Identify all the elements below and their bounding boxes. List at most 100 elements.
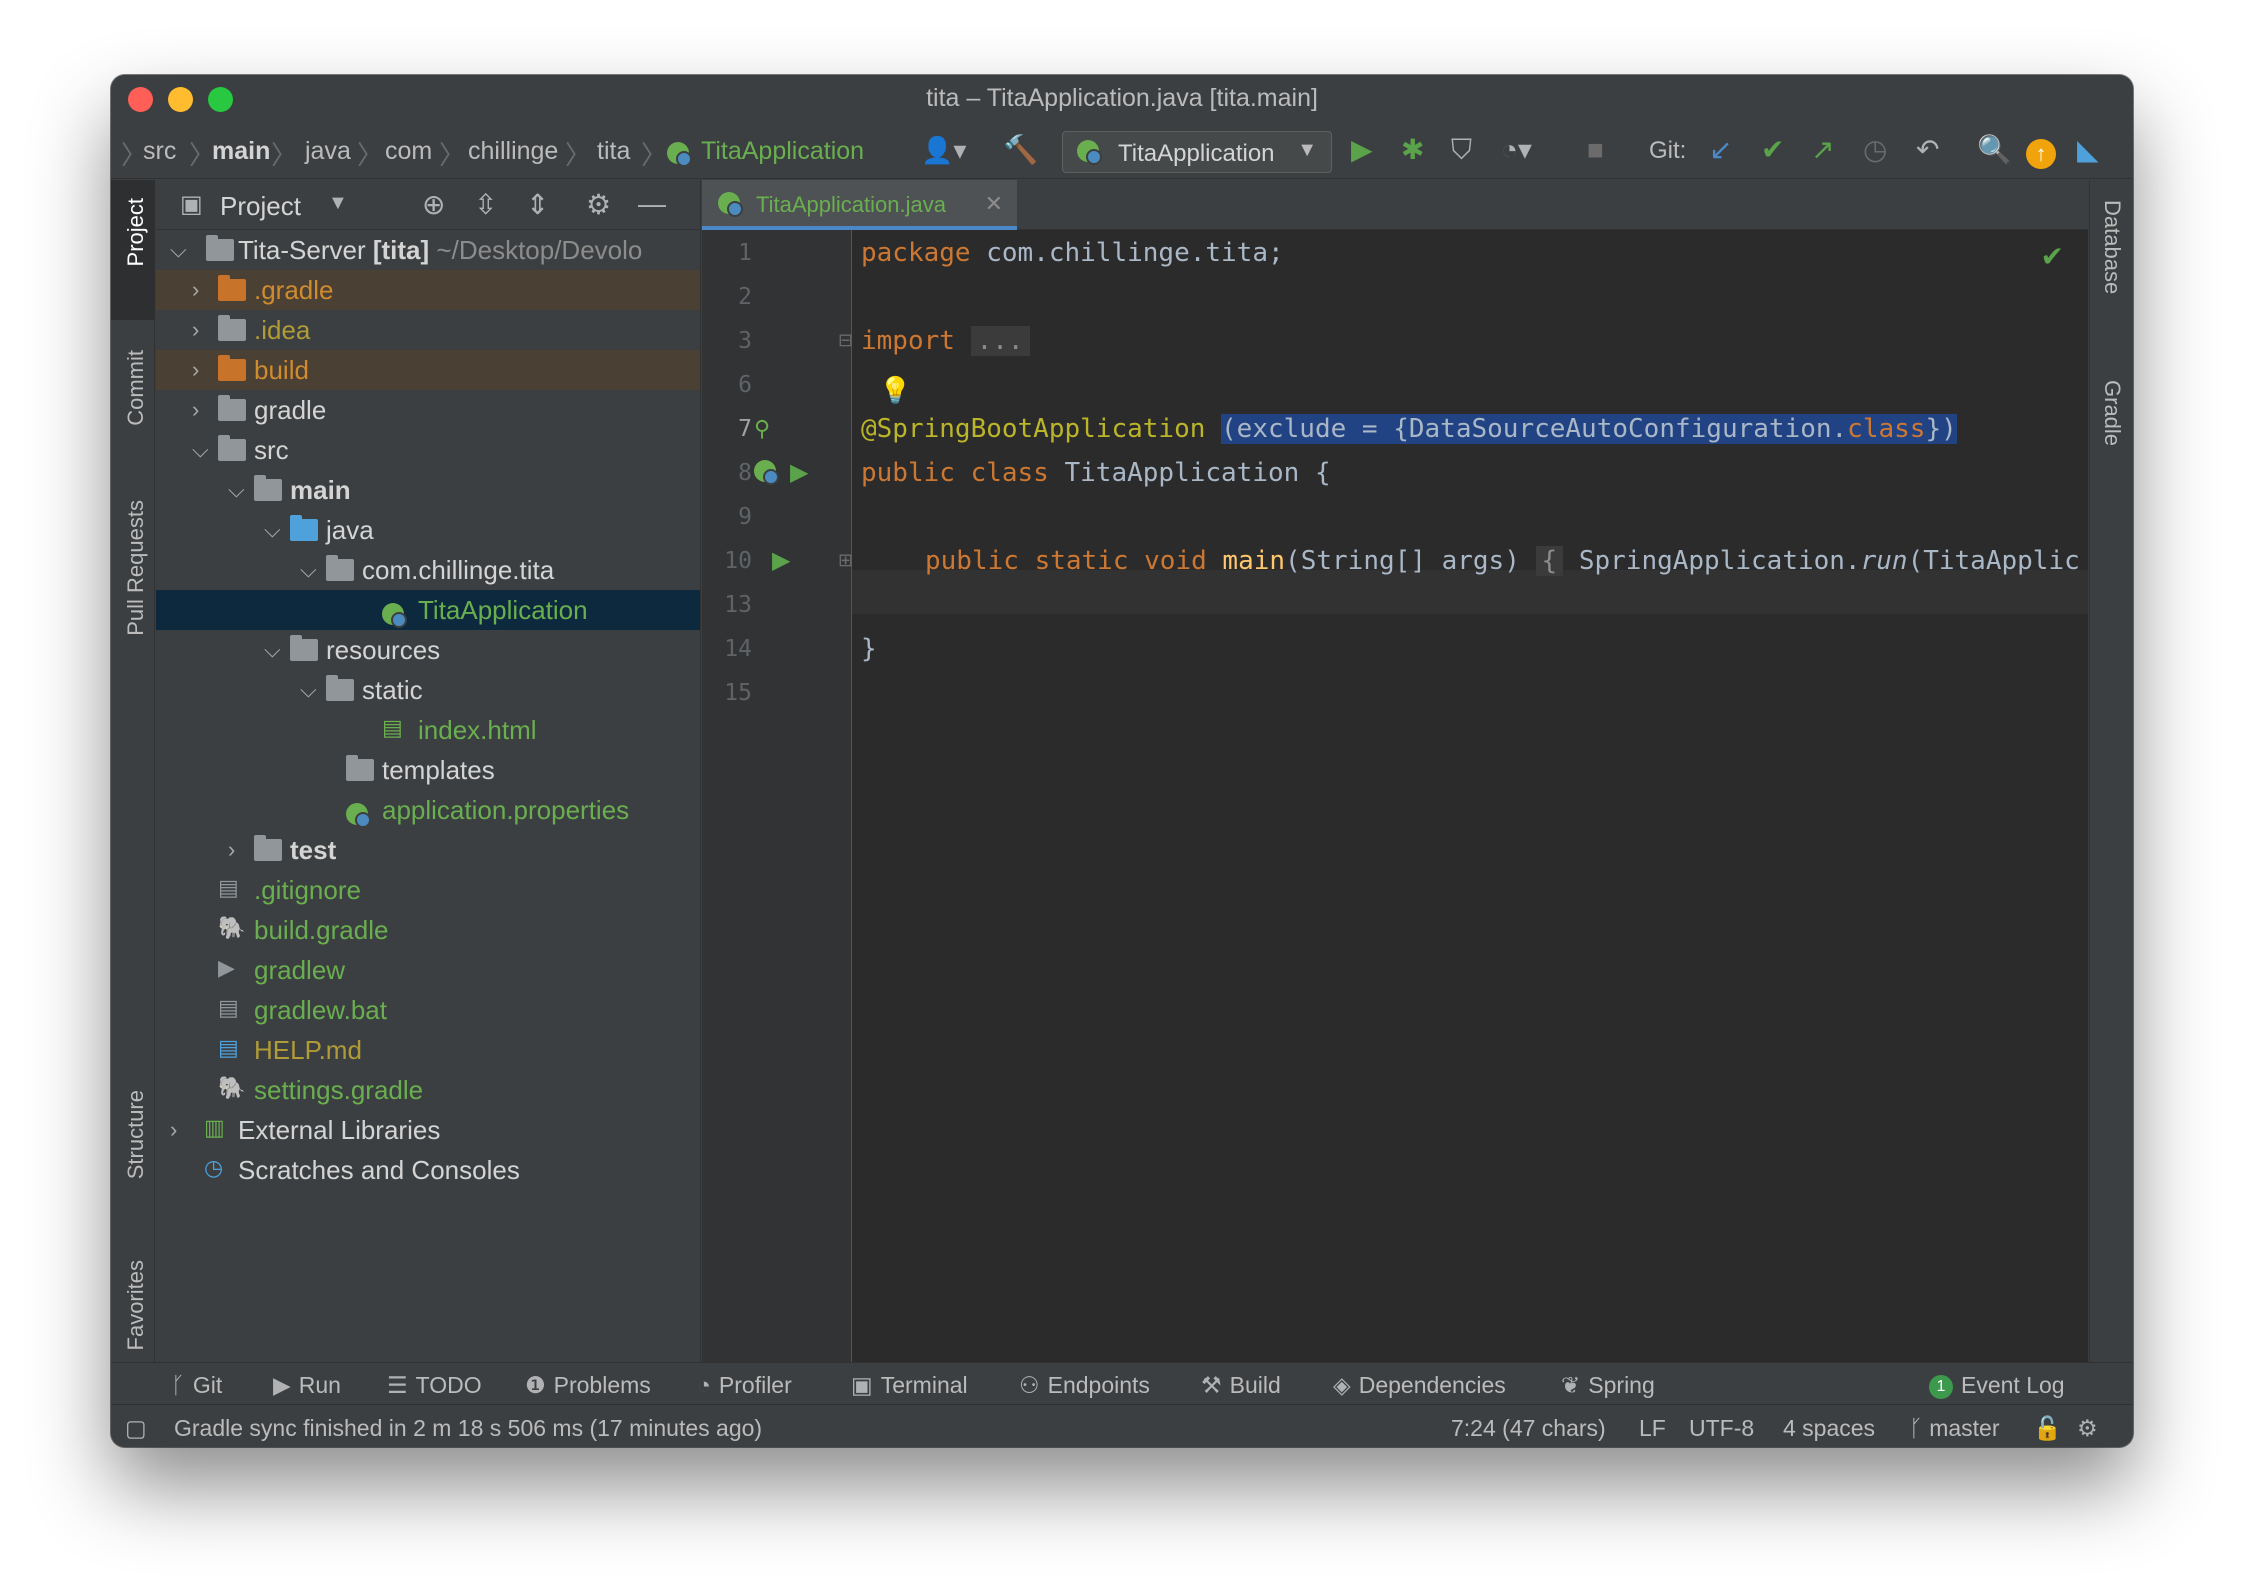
breadcrumb-titaapplication[interactable]: TitaApplication (701, 137, 864, 166)
tool-tab-pull-requests[interactable]: Pull Requests (111, 500, 155, 690)
breadcrumb-com[interactable]: com (385, 137, 432, 166)
tool-button-terminal[interactable]: ▣ Terminal (851, 1372, 968, 1399)
tree-item-resources[interactable]: ⌵ resources (156, 630, 700, 670)
breadcrumb-main[interactable]: main (212, 137, 270, 166)
breadcrumb-src[interactable]: src (143, 137, 176, 166)
tool-button-todo[interactable]: ☰ TODO (387, 1372, 482, 1399)
tree-item-help-md[interactable]: ▤ HELP.md (156, 1030, 700, 1070)
fold-icon[interactable]: ⊞ (838, 550, 853, 571)
git-branch-widget[interactable]: ᚴ master (1909, 1415, 2000, 1442)
file-encoding[interactable]: UTF-8 (1689, 1415, 1754, 1442)
breadcrumb-chillinge[interactable]: chillinge (468, 137, 558, 166)
status-message[interactable]: Gradle sync finished in 2 m 18 s 506 ms … (174, 1415, 762, 1442)
breadcrumb-java[interactable]: java (305, 137, 351, 166)
tool-button-event-log[interactable]: 1 Event Log (1929, 1372, 2065, 1399)
tree-item-gradle[interactable]: › gradle (156, 390, 700, 430)
run-main-gutter-icon[interactable]: ▶ (772, 546, 790, 575)
tree-item-main[interactable]: ⌵ main (156, 470, 700, 510)
tree-item-root[interactable]: ⌵ Tita-Server [tita] ~/Desktop/Devolo (156, 230, 700, 270)
lock-icon[interactable]: 🔓 (2033, 1415, 2062, 1442)
tree-item-label: build (254, 355, 309, 385)
locate-file-icon[interactable]: ⊕ (422, 188, 445, 221)
git-update-icon[interactable]: ↙ (1709, 135, 1732, 165)
tree-item-gradle-dir[interactable]: › .gradle (156, 270, 700, 310)
tool-button-run[interactable]: ▶ Run (273, 1372, 341, 1399)
tool-button-spring[interactable]: ❦ Spring (1561, 1372, 1655, 1399)
tree-item-scratches[interactable]: ◷ Scratches and Consoles (156, 1150, 700, 1190)
no-problems-check-icon[interactable]: ✔ (2041, 240, 2064, 273)
tree-item-package[interactable]: ⌵ com.chillinge.tita (156, 550, 700, 590)
chevron-right-icon: › (228, 837, 236, 862)
tree-item-build[interactable]: › build (156, 350, 700, 390)
tree-item-gitignore[interactable]: ▤ .gitignore (156, 870, 700, 910)
tree-item-application-properties[interactable]: application.properties (156, 790, 700, 830)
build-hammer-icon[interactable]: 🔨 (1003, 135, 1038, 165)
close-icon[interactable]: ✕ (985, 191, 1003, 217)
run-icon[interactable]: ▶ (1351, 135, 1373, 165)
tool-tab-commit[interactable]: Commit (111, 340, 155, 470)
tab-titaapplication-java[interactable]: TitaApplication.java ✕ (702, 180, 1017, 230)
test-folder-icon (254, 835, 282, 861)
chevron-down-icon[interactable]: ▼ (328, 192, 348, 215)
tree-item-src[interactable]: ⌵ src (156, 430, 700, 470)
tree-item-index-html[interactable]: ▤ index.html (156, 710, 700, 750)
line-separator[interactable]: LF (1639, 1415, 1666, 1442)
tree-item-external-libraries[interactable]: › ▥ External Libraries (156, 1110, 700, 1150)
tree-item-idea[interactable]: › .idea (156, 310, 700, 350)
user-icon[interactable]: 👤▾ (921, 135, 966, 165)
tree-item-titaapplication[interactable]: TitaApplication (156, 590, 700, 630)
spring-app-gutter-icon[interactable] (754, 460, 779, 485)
search-icon[interactable]: 🔍 (1977, 135, 2012, 165)
project-panel-title[interactable]: Project (220, 191, 301, 222)
line-number: 13 (724, 592, 752, 618)
code-with-me-icon[interactable]: ◣ (2077, 135, 2099, 165)
caret-position[interactable]: 7:24 (47 chars) (1451, 1415, 1606, 1442)
indent-setting[interactable]: 4 spaces (1783, 1415, 1875, 1442)
tree-item-gradlew[interactable]: ▶ gradlew (156, 950, 700, 990)
update-available-icon[interactable]: ↑ (2026, 137, 2056, 169)
expand-all-icon[interactable]: ⇳ (474, 188, 497, 221)
tool-tab-project[interactable]: Project (111, 180, 155, 320)
inspection-profile-icon[interactable]: ⚙ (2077, 1415, 2098, 1442)
scratches-icon: ◷ (204, 1155, 224, 1180)
intention-bulb-icon[interactable]: 💡 (879, 376, 911, 406)
stop-icon[interactable]: ■ (1587, 135, 1604, 165)
coverage-icon[interactable]: ⛉ (1451, 135, 1472, 165)
tool-button-profiler[interactable]: ◔ Profiler (697, 1372, 792, 1399)
tool-tab-structure[interactable]: Structure (111, 1090, 155, 1220)
tool-button-problems[interactable]: ❶ Problems (525, 1372, 651, 1399)
tool-button-dependencies[interactable]: ◈ Dependencies (1333, 1372, 1506, 1399)
tree-item-test[interactable]: › test (156, 830, 700, 870)
chevron-down-icon: ⌵ (264, 517, 281, 542)
folder-icon (218, 435, 246, 461)
git-push-icon[interactable]: ↗ (1811, 135, 1834, 165)
hide-panel-icon[interactable]: — (638, 188, 666, 220)
tree-item-java[interactable]: ⌵ java (156, 510, 700, 550)
tool-tab-gradle[interactable]: Gradle (2090, 380, 2133, 500)
tree-item-gradlew-bat[interactable]: ▤ gradlew.bat (156, 990, 700, 1030)
tree-item-build-gradle[interactable]: 🐘 build.gradle (156, 910, 700, 950)
tool-button-build[interactable]: ⚒ Build (1201, 1372, 1281, 1399)
fold-icon[interactable]: ⊟ (838, 330, 853, 351)
folded-imports[interactable]: ... (970, 326, 1030, 356)
run-configuration-dropdown[interactable]: TitaApplication ▼ (1062, 131, 1332, 173)
tree-item-static[interactable]: ⌵ static (156, 670, 700, 710)
spring-bean-search-icon[interactable]: ⚲ (754, 416, 770, 442)
breadcrumb-tita[interactable]: tita (597, 137, 630, 166)
collapse-all-icon[interactable]: ⇕ (526, 188, 549, 221)
gear-icon[interactable]: ⚙ (586, 188, 611, 221)
profile-icon[interactable]: ◔▾ (1501, 135, 1532, 165)
tree-item-templates[interactable]: templates (156, 750, 700, 790)
tool-tab-database[interactable]: Database (2090, 200, 2133, 350)
toggle-tool-windows-icon[interactable]: ▢ (125, 1415, 147, 1442)
tool-button-git[interactable]: ᚴ Git (171, 1372, 222, 1399)
run-gutter-icon[interactable]: ▶ (790, 458, 808, 487)
git-rollback-icon[interactable]: ↶ (1916, 135, 1939, 165)
debug-icon[interactable]: ✱ (1401, 135, 1424, 165)
tree-item-settings-gradle[interactable]: 🐘 settings.gradle (156, 1070, 700, 1110)
git-history-icon[interactable]: ◷ (1863, 135, 1887, 165)
git-commit-icon[interactable]: ✔ (1761, 135, 1784, 165)
shell-script-icon: ▶ (218, 955, 235, 980)
tool-button-endpoints[interactable]: ⚇ Endpoints (1019, 1372, 1150, 1399)
code-area[interactable]: package com.chillinge.tita; import ... 💡… (861, 230, 2088, 1362)
